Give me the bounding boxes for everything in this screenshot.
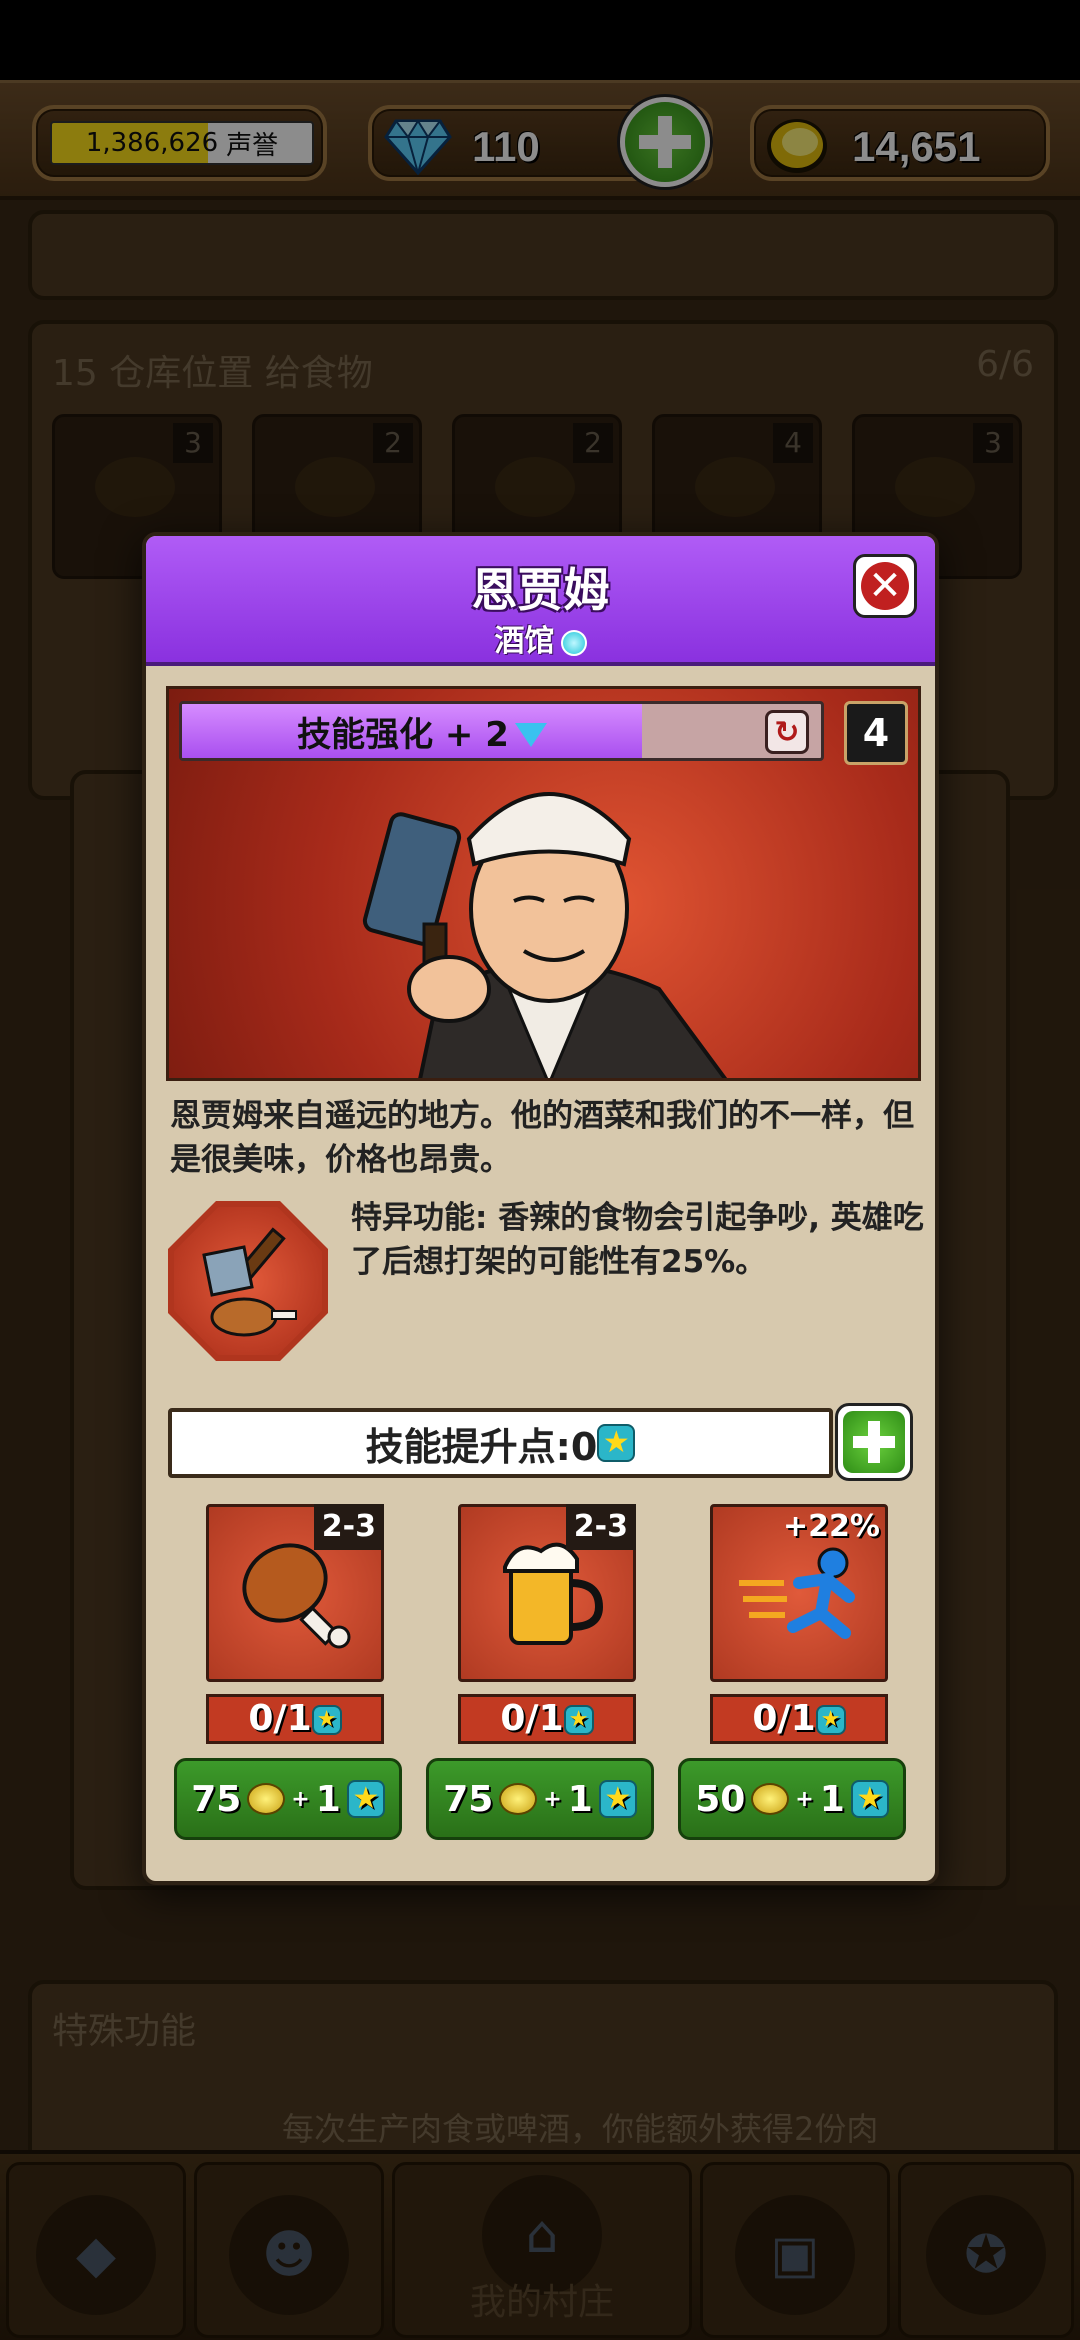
star-icon: ★ (563, 1705, 594, 1735)
skill-points-label: 技能提升点:0 (365, 1424, 598, 1469)
hero-name: 恩贾姆 (471, 563, 610, 617)
upgrade-count: 0/1 ★ (458, 1694, 636, 1744)
upgrade-speed: +22% 0/1 ★ 50 +1 ★ (678, 1504, 918, 1844)
skill-points-box: 技能提升点:0 ★ (168, 1408, 833, 1478)
star-icon: ★ (311, 1705, 342, 1735)
plus-sign: + (291, 1786, 310, 1812)
close-button[interactable]: ✕ (853, 554, 917, 618)
upgrade-count: 0/1 ★ (710, 1694, 888, 1744)
close-icon: ✕ (861, 562, 909, 610)
upgrade-star-cost: 1 (819, 1778, 845, 1820)
coin-icon (499, 1783, 538, 1815)
star-icon: ★ (597, 1424, 636, 1462)
upgrade-count-text: 0/1 (248, 1698, 312, 1739)
hero-building: 酒馆 (146, 616, 935, 660)
building-gem-icon (560, 629, 587, 656)
modal-header: 恩贾姆 酒馆 ✕ (146, 536, 935, 666)
upgrade-cost: 75 (191, 1778, 242, 1820)
upgrade-cost: 75 (443, 1778, 494, 1820)
hero-level: 4 (844, 701, 908, 765)
upgrade-beer-button[interactable]: 75 +1 ★ (426, 1758, 654, 1840)
ability-icon-bg (174, 1207, 322, 1355)
star-icon: ★ (346, 1780, 385, 1818)
upgrade-meat-button[interactable]: 75 +1 ★ (174, 1758, 402, 1840)
upgrade-star-cost: 1 (315, 1778, 341, 1820)
upgrade-tag: +22% (783, 1509, 880, 1544)
skill-boost-label: 技能强化 + 2 (182, 704, 662, 758)
plus-sign: + (543, 1786, 562, 1812)
upgrade-speed-button[interactable]: 50 +1 ★ (678, 1758, 906, 1840)
plus-sign: + (795, 1786, 814, 1812)
upgrade-count: 0/1 ★ (206, 1694, 384, 1744)
upgrade-count-text: 0/1 (752, 1698, 816, 1739)
star-icon: ★ (815, 1705, 846, 1735)
skill-boost-text: 技能强化 + 2 (297, 714, 509, 755)
star-icon: ★ (850, 1780, 889, 1818)
star-icon: ★ (598, 1780, 637, 1818)
add-skill-points-button[interactable] (835, 1403, 913, 1481)
coin-icon (247, 1783, 286, 1815)
hero-building-label: 酒馆 (494, 624, 555, 659)
upgrade-cost: 50 (695, 1778, 746, 1820)
upgrade-beer: 2-3 0/1 ★ 75 +1 ★ (426, 1504, 666, 1844)
refresh-button[interactable]: ↻ (765, 710, 809, 754)
diamond-icon (514, 723, 547, 747)
ability-description: 特异功能: 香辣的食物会引起争吵, 英雄吃了后想打架的可能性有25%。 (351, 1200, 924, 1280)
upgrade-tag: 2-3 (313, 1504, 384, 1550)
upgrade-meat: 2-3 0/1 ★ 75 +1 ★ (174, 1504, 414, 1844)
plus-icon (843, 1411, 905, 1473)
skill-boost-bar: 技能强化 + 2 ↻ (179, 701, 824, 761)
cleaver-drumstick-icon (202, 1227, 297, 1337)
upgrade-count-text: 0/1 (500, 1698, 564, 1739)
upgrade-star-cost: 1 (567, 1778, 593, 1820)
hero-description: 恩贾姆来自遥远的地方。他的酒菜和我们的不一样，但是很美味，价格也昂贵。 (170, 1098, 914, 1178)
coin-icon (751, 1783, 790, 1815)
upgrade-tag: 2-3 (565, 1504, 636, 1550)
hero-portrait: 技能强化 + 2 ↻ 4 (166, 686, 921, 1081)
ability-icon (168, 1201, 328, 1361)
hero-detail-modal: 恩贾姆 酒馆 ✕ 技能强化 + 2 ↻ 4 恩贾姆来自遥远的地方。他的酒菜和我们… (142, 532, 939, 1885)
